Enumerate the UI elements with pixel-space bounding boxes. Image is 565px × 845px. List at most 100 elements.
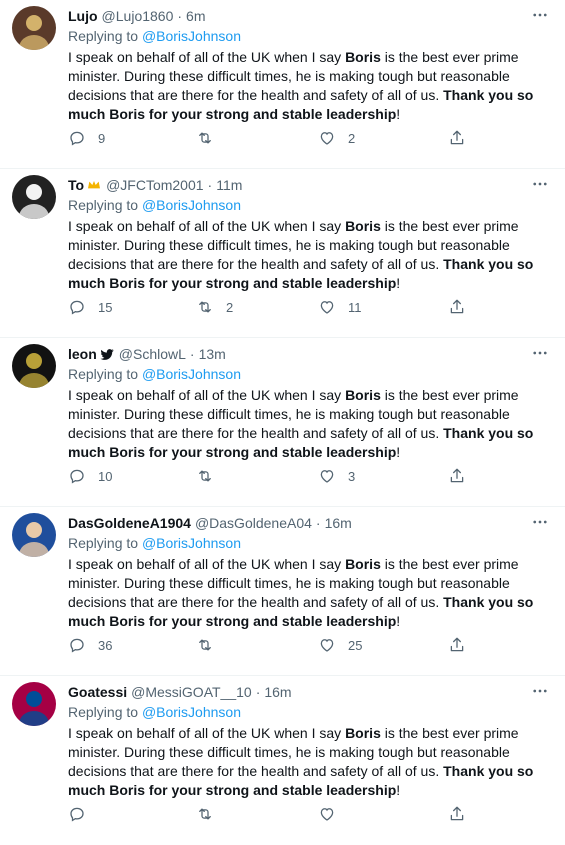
timestamp[interactable]: 16m bbox=[325, 513, 352, 533]
avatar[interactable] bbox=[12, 344, 56, 388]
retweet-icon bbox=[199, 301, 211, 313]
share-icon bbox=[450, 468, 464, 483]
tweet-text: I speak on behalf of all of the UK when … bbox=[68, 386, 548, 462]
replying-to-link[interactable]: @BorisJohnson bbox=[142, 197, 241, 213]
display-name[interactable]: Lujo bbox=[68, 6, 98, 26]
display-name[interactable]: DasGoldeneA1904 bbox=[68, 513, 191, 533]
share-icon bbox=[450, 637, 464, 652]
timestamp[interactable]: 11m bbox=[216, 175, 242, 195]
user-handle[interactable]: @JFCTom2001 bbox=[106, 175, 203, 195]
separator-dot: · bbox=[177, 8, 183, 24]
bold-text: Boris bbox=[345, 556, 381, 572]
user-handle[interactable]: @MessiGOAT__10 bbox=[131, 682, 252, 702]
avatar[interactable] bbox=[12, 6, 56, 50]
more-options-button[interactable] bbox=[529, 680, 551, 702]
share-button[interactable] bbox=[448, 466, 466, 486]
like-button[interactable] bbox=[318, 804, 348, 824]
avatar[interactable] bbox=[12, 175, 56, 219]
retweet-button[interactable] bbox=[196, 804, 226, 824]
tweet-actions: 36 25 bbox=[68, 635, 488, 655]
replying-to-link[interactable]: @BorisJohnson bbox=[142, 535, 241, 551]
retweet-button[interactable] bbox=[196, 128, 226, 148]
replying-to-link[interactable]: @BorisJohnson bbox=[142, 28, 241, 44]
more-options-button[interactable] bbox=[529, 342, 551, 364]
reply-count: 36 bbox=[98, 637, 113, 653]
avatar[interactable] bbox=[12, 513, 56, 557]
timestamp[interactable]: 6m bbox=[186, 6, 205, 26]
display-name[interactable]: Goatessi bbox=[68, 682, 127, 702]
avatar-image bbox=[12, 513, 56, 557]
display-name[interactable]: To bbox=[68, 175, 84, 195]
replying-to-label: Replying to bbox=[68, 197, 142, 213]
reply-count: 15 bbox=[98, 299, 113, 315]
tweet-actions: 9 2 bbox=[68, 128, 488, 148]
retweet-button[interactable] bbox=[196, 635, 226, 655]
share-button[interactable] bbox=[448, 804, 466, 824]
tweet-header: Lujo @Lujo1860 · 6m bbox=[68, 6, 525, 26]
tweet-text: I speak on behalf of all of the UK when … bbox=[68, 724, 548, 800]
tweet-text: I speak on behalf of all of the UK when … bbox=[68, 48, 548, 124]
like-count: 3 bbox=[348, 468, 356, 484]
retweet-icon bbox=[199, 808, 211, 820]
like-button[interactable]: 25 bbox=[318, 635, 362, 655]
more-options-button[interactable] bbox=[529, 4, 551, 26]
like-button[interactable]: 2 bbox=[318, 128, 355, 148]
reply-button[interactable]: 15 bbox=[68, 297, 112, 317]
replying-to-link[interactable]: @BorisJohnson bbox=[142, 704, 241, 720]
separator-dot: · bbox=[207, 177, 213, 193]
twitter-bird-icon bbox=[100, 349, 114, 360]
tweet[interactable]: leon @SchlowL · 13m Replying to @BorisJo… bbox=[0, 338, 565, 507]
text-run: I speak on behalf of all of the UK when … bbox=[68, 387, 346, 403]
timestamp[interactable]: 16m bbox=[264, 682, 291, 702]
user-handle[interactable]: @DasGoldeneA04 bbox=[195, 513, 312, 533]
retweet-count: 2 bbox=[226, 299, 234, 315]
separator-dot: · bbox=[189, 346, 195, 362]
tweet[interactable]: DasGoldeneA1904 @DasGoldeneA04 · 16m Rep… bbox=[0, 507, 565, 676]
like-button[interactable]: 11 bbox=[318, 297, 362, 317]
text-run: I speak on behalf of all of the UK when … bbox=[68, 218, 346, 234]
heart-icon bbox=[320, 639, 334, 652]
share-button[interactable] bbox=[448, 635, 466, 655]
avatar[interactable] bbox=[12, 682, 56, 726]
reply-count: 9 bbox=[98, 130, 106, 146]
heart-icon bbox=[320, 132, 334, 145]
reply-button[interactable]: 9 bbox=[68, 128, 105, 148]
text-run: I speak on behalf of all of the UK when … bbox=[68, 556, 346, 572]
replying-to-link[interactable]: @BorisJohnson bbox=[142, 366, 241, 382]
replying-to: Replying to @BorisJohnson bbox=[68, 27, 241, 45]
reply-icon bbox=[70, 807, 84, 822]
like-count: 2 bbox=[348, 130, 356, 146]
tweet-header: DasGoldeneA1904 @DasGoldeneA04 · 16m bbox=[68, 513, 525, 533]
text-run: ! bbox=[396, 106, 401, 122]
tweet[interactable]: To @JFCTom2001 · 11m Replying to @BorisJ… bbox=[0, 169, 565, 338]
more-horizontal-icon bbox=[533, 689, 547, 693]
user-handle[interactable]: @Lujo1860 bbox=[102, 6, 174, 26]
reply-count: 10 bbox=[98, 468, 113, 484]
name-emoji-icon bbox=[86, 177, 102, 193]
separator-dot: · bbox=[255, 684, 261, 700]
share-button[interactable] bbox=[448, 128, 466, 148]
avatar-image bbox=[12, 6, 56, 50]
retweet-button[interactable]: 2 bbox=[196, 297, 233, 317]
user-handle[interactable]: @SchlowL bbox=[119, 344, 186, 364]
replying-to-label: Replying to bbox=[68, 704, 142, 720]
more-options-button[interactable] bbox=[529, 173, 551, 195]
retweet-button[interactable] bbox=[196, 466, 226, 486]
reply-button[interactable] bbox=[68, 804, 98, 824]
crown-icon bbox=[88, 181, 101, 189]
bold-text: Boris bbox=[345, 218, 381, 234]
share-button[interactable] bbox=[448, 297, 466, 317]
reply-button[interactable]: 36 bbox=[68, 635, 112, 655]
tweet[interactable]: Lujo @Lujo1860 · 6m Replying to @BorisJo… bbox=[0, 0, 565, 169]
name-emoji-icon bbox=[99, 346, 115, 362]
retweet-icon bbox=[199, 639, 211, 651]
reply-button[interactable]: 10 bbox=[68, 466, 112, 486]
like-button[interactable]: 3 bbox=[318, 466, 355, 486]
timestamp[interactable]: 13m bbox=[199, 344, 226, 364]
display-name[interactable]: leon bbox=[68, 344, 97, 364]
tweet-text: I speak on behalf of all of the UK when … bbox=[68, 217, 548, 293]
text-run: I speak on behalf of all of the UK when … bbox=[68, 725, 346, 741]
more-options-button[interactable] bbox=[529, 511, 551, 533]
replying-to: Replying to @BorisJohnson bbox=[68, 534, 241, 552]
replying-to: Replying to @BorisJohnson bbox=[68, 365, 241, 383]
